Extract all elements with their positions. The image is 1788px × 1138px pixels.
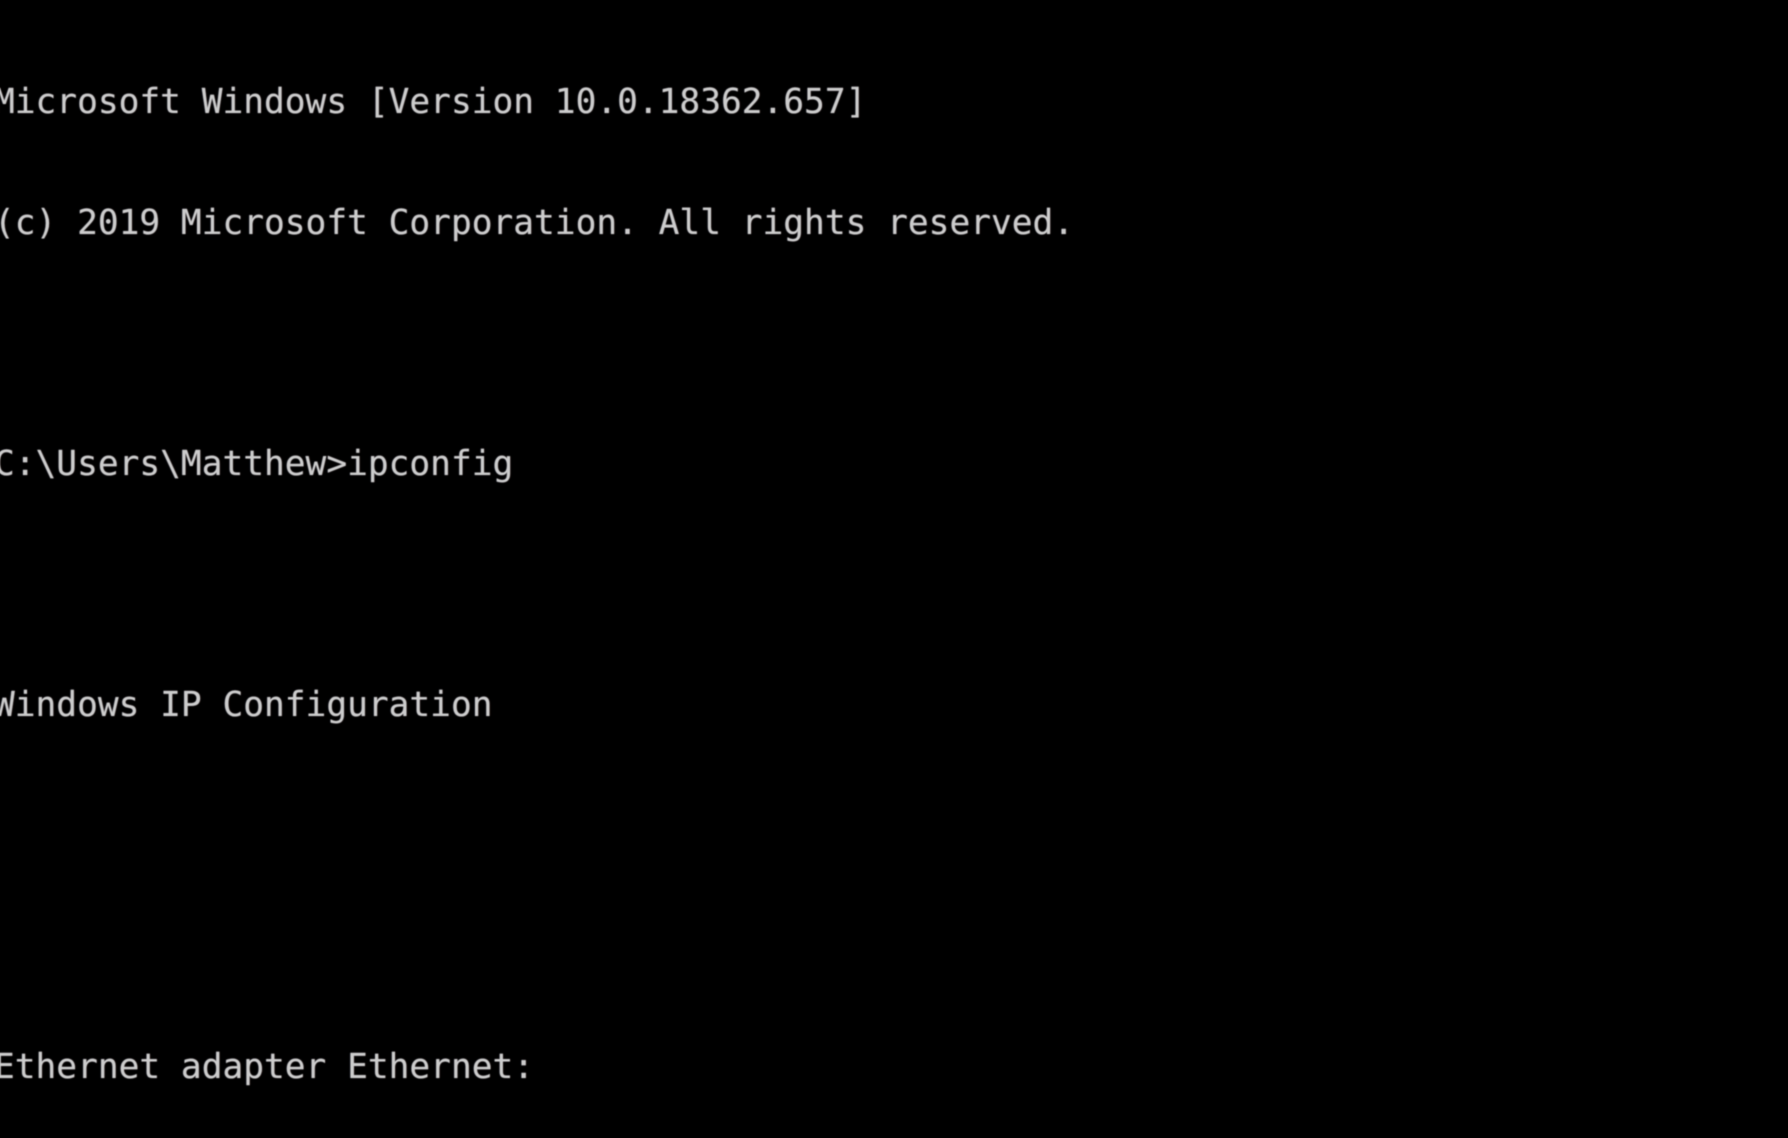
console-line-blank <box>0 927 1788 967</box>
console-line: Microsoft Windows [Version 10.0.18362.65… <box>0 82 867 123</box>
console-line-prompt-command: C:\Users\Matthew>ipconfig <box>0 444 514 485</box>
console-line: (c) 2019 Microsoft Corporation. All righ… <box>0 203 1075 244</box>
console-line-blank <box>0 565 1788 605</box>
console-line-blank <box>0 806 1788 846</box>
console-output-text[interactable]: Microsoft Windows [Version 10.0.18362.65… <box>0 2 1788 1138</box>
console-line-adapter-heading: Ethernet adapter Ethernet: <box>0 1047 535 1088</box>
command-prompt-window[interactable]: Microsoft Windows [Version 10.0.18362.65… <box>0 0 1788 1138</box>
console-line-blank <box>0 324 1788 364</box>
console-line-section-heading: Windows IP Configuration <box>0 685 493 726</box>
